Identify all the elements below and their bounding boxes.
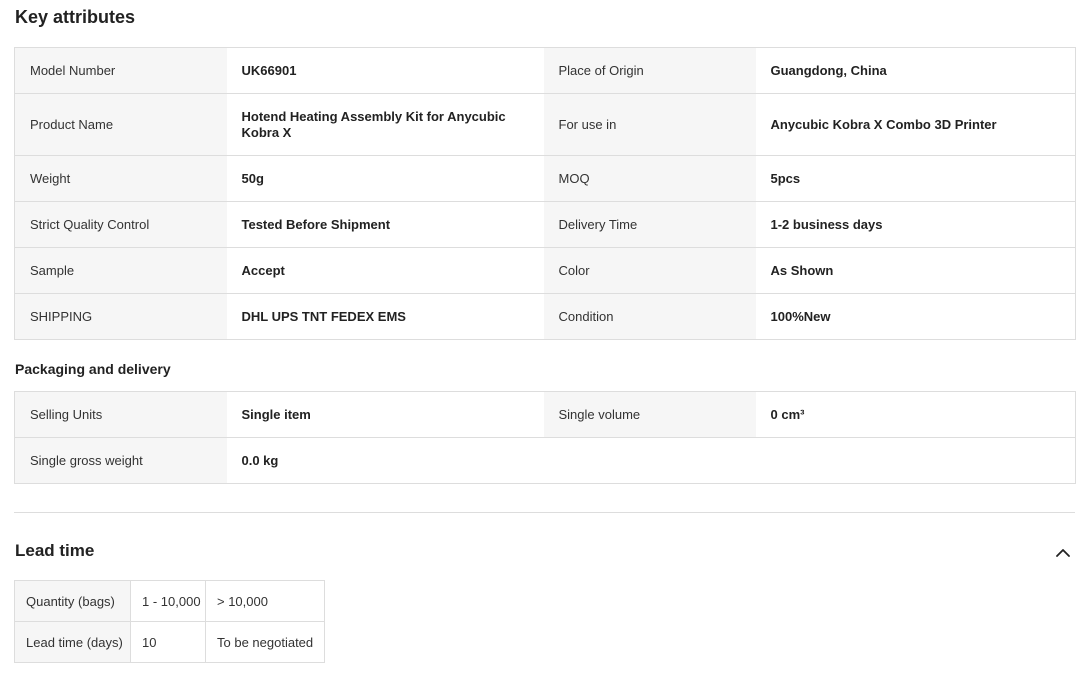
- attribute-value: Hotend Heating Assembly Kit for Anycubic…: [226, 93, 544, 156]
- table-row: SHIPPING DHL UPS TNT FEDEX EMS Condition…: [14, 293, 1076, 340]
- lead-time-cell: 1 - 10,000: [130, 580, 206, 622]
- empty-cell: [755, 437, 1076, 484]
- table-row: Product Name Hotend Heating Assembly Kit…: [14, 93, 1076, 156]
- attribute-label: Weight: [14, 155, 227, 202]
- attribute-value: 0 cm³: [755, 391, 1076, 438]
- key-attributes-heading: Key attributes: [15, 7, 136, 27]
- lead-time-cell: 10: [130, 621, 206, 663]
- attribute-value: Accept: [226, 247, 544, 294]
- attribute-value: UK66901: [226, 47, 544, 94]
- key-attributes-table: Model Number UK66901 Place of Origin Gua…: [14, 47, 1076, 340]
- attribute-label: Strict Quality Control: [14, 201, 227, 248]
- lead-time-cell: To be negotiated: [205, 621, 325, 663]
- attribute-label: Model Number: [14, 47, 227, 94]
- table-row: Selling Units Single item Single volume …: [14, 391, 1076, 438]
- table-row: Sample Accept Color As Shown: [14, 247, 1076, 294]
- attribute-value: 100%New: [755, 293, 1076, 340]
- attribute-label: MOQ: [543, 155, 756, 202]
- attribute-label: Delivery Time: [543, 201, 756, 248]
- chevron-up-icon[interactable]: [1053, 544, 1073, 560]
- attribute-label: Place of Origin: [543, 47, 756, 94]
- lead-time-label: Lead time (days): [14, 621, 131, 663]
- section-divider: [14, 512, 1075, 513]
- attribute-value: 1-2 business days: [755, 201, 1076, 248]
- attribute-value: As Shown: [755, 247, 1076, 294]
- attribute-label: Selling Units: [14, 391, 227, 438]
- attribute-label: Sample: [14, 247, 227, 294]
- attribute-value: 0.0 kg: [226, 437, 544, 484]
- attribute-value: 50g: [226, 155, 544, 202]
- table-row: Strict Quality Control Tested Before Shi…: [14, 201, 1076, 248]
- table-row: Single gross weight 0.0 kg: [14, 437, 1076, 484]
- table-row: Model Number UK66901 Place of Origin Gua…: [14, 47, 1076, 94]
- empty-cell: [543, 437, 756, 484]
- lead-time-label: Quantity (bags): [14, 580, 131, 622]
- attribute-label: Color: [543, 247, 756, 294]
- attribute-value: DHL UPS TNT FEDEX EMS: [226, 293, 544, 340]
- attribute-label: Condition: [543, 293, 756, 340]
- table-row: Weight 50g MOQ 5pcs: [14, 155, 1076, 202]
- attribute-label: Product Name: [14, 93, 227, 156]
- attribute-value: Guangdong, China: [755, 47, 1076, 94]
- lead-time-table: Quantity (bags) 1 - 10,000 > 10,000 Lead…: [14, 580, 325, 663]
- attribute-label: Single gross weight: [14, 437, 227, 484]
- table-row: Lead time (days) 10 To be negotiated: [14, 621, 325, 663]
- attribute-value: Tested Before Shipment: [226, 201, 544, 248]
- lead-time-heading: Lead time: [15, 541, 95, 560]
- packaging-table: Selling Units Single item Single volume …: [14, 391, 1076, 484]
- attribute-label: Single volume: [543, 391, 756, 438]
- attribute-value: Single item: [226, 391, 544, 438]
- table-row: Quantity (bags) 1 - 10,000 > 10,000: [14, 580, 325, 622]
- attribute-label: SHIPPING: [14, 293, 227, 340]
- attribute-value: Anycubic Kobra X Combo 3D Printer: [755, 93, 1076, 156]
- attribute-value: 5pcs: [755, 155, 1076, 202]
- packaging-heading: Packaging and delivery: [15, 361, 171, 377]
- lead-time-cell: > 10,000: [205, 580, 325, 622]
- attribute-label: For use in: [543, 93, 756, 156]
